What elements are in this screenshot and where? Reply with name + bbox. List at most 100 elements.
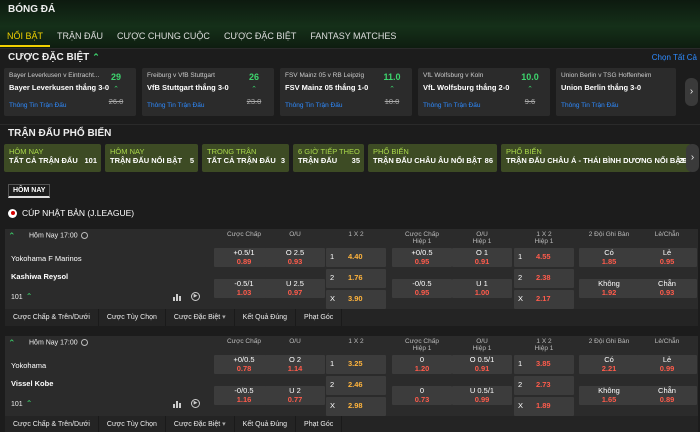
- odds-button[interactable]: Có 2.21: [579, 355, 639, 374]
- select-all-link[interactable]: Chọn Tất Cả: [652, 53, 697, 62]
- odds-button[interactable]: 1 3.85: [514, 355, 574, 374]
- odds-button[interactable]: 1 4.40: [326, 248, 386, 267]
- away-team[interactable]: Kashiwa Reysol: [11, 272, 68, 281]
- play-icon[interactable]: ▶: [191, 399, 200, 408]
- market-tab[interactable]: Cược Tùy Chọn: [99, 416, 166, 432]
- odds-button[interactable]: 2 2.73: [514, 376, 574, 395]
- odds-button[interactable]: O 2.5 0.93: [265, 248, 325, 267]
- market-tab[interactable]: Cược Tùy Chọn: [99, 309, 166, 326]
- market-tab[interactable]: Cược Chấp & Trên/Dưới: [5, 309, 99, 326]
- odds-button[interactable]: O 2 1.14: [265, 355, 325, 374]
- odds-button[interactable]: O 1 0.91: [452, 248, 512, 267]
- tab-today[interactable]: HÔM NAY: [8, 184, 51, 198]
- odds-line: Không: [598, 386, 620, 395]
- match-info-link[interactable]: Thông Tin Trận Đấu: [423, 102, 480, 109]
- play-icon[interactable]: ▶: [191, 292, 200, 301]
- special-bet-card[interactable]: Freiburg v VfB Stuttgart VfB Stuttgart th…: [142, 68, 274, 116]
- chevron-up-icon[interactable]: ⌃: [92, 52, 100, 63]
- collapse-icon[interactable]: ⌃: [8, 338, 16, 349]
- special-bet-desc: VfL Wolfsburg thắng 2-0: [423, 83, 510, 92]
- odds-button[interactable]: Có 1.85: [579, 248, 639, 267]
- app-root: BÓNG ĐÁ NỔI BẬT TRẬN ĐẤU CƯỢC CHUNG CUỘC CƯ…: [0, 0, 700, 432]
- popular-card[interactable]: PHỔ BIẾN TRẬN ĐẤU CHÂU ÂU NỔI BẬT 86: [368, 144, 497, 172]
- odds-button[interactable]: 2 2.38: [514, 269, 574, 288]
- popular-card[interactable]: PHỔ BIẾN TRẬN ĐẤU CHÂU Á - THÁI BÌNH DƯƠN…: [501, 144, 691, 172]
- collapse-icon[interactable]: ⌃: [8, 231, 16, 242]
- carousel-next-button[interactable]: ›: [686, 144, 699, 172]
- stats-icon[interactable]: [173, 292, 182, 301]
- home-team[interactable]: Yokohama F Marinos: [11, 254, 82, 263]
- odds-button[interactable]: Không 1.92: [579, 279, 639, 298]
- odds-button[interactable]: Lẻ 0.95: [637, 248, 697, 267]
- odds-line: Lẻ: [662, 355, 672, 364]
- nav-item-1[interactable]: TRẬN ĐẤU: [50, 27, 110, 47]
- market-tabs: Cược Chấp & Trên/Dưới Cược Tùy Chọn Cược Đ…: [5, 416, 698, 432]
- market-tab[interactable]: Kết Quả Đúng: [235, 416, 297, 432]
- nav-item-0[interactable]: NỔI BẬT: [0, 27, 51, 47]
- special-odd[interactable]: 11.0: [378, 72, 406, 82]
- column-header: O/U: [289, 338, 301, 345]
- match-info-link[interactable]: Thông Tin Trận Đấu: [561, 102, 618, 109]
- odds-button[interactable]: +0/0.5 0.95: [392, 248, 452, 267]
- odds-button[interactable]: 1 4.55: [514, 248, 574, 267]
- popular-card[interactable]: TRONG TRẬN TẤT CẢ TRẬN ĐẤU 3: [202, 144, 289, 172]
- stats-icon[interactable]: [173, 399, 182, 408]
- odds-button[interactable]: U 2 0.77: [265, 386, 325, 405]
- popular-card[interactable]: HÔM NAY TẤT CẢ TRẬN ĐẤU 101: [4, 144, 101, 172]
- odds-button[interactable]: Không 1.65: [579, 386, 639, 405]
- odds-button[interactable]: X 2.98: [326, 397, 386, 416]
- odds-button[interactable]: 2 1.76: [326, 269, 386, 288]
- match-info-link[interactable]: Thông Tin Trận Đấu: [147, 102, 204, 109]
- odds-button[interactable]: U 0.5/1 0.99: [452, 386, 512, 405]
- odds-button[interactable]: Chẵn 0.89: [637, 386, 697, 405]
- odds-button[interactable]: X 3.90: [326, 290, 386, 309]
- nav-item-2[interactable]: CƯỢC CHUNG CUỘC: [110, 27, 217, 47]
- odds-button[interactable]: Chẵn 0.93: [637, 279, 697, 298]
- market-tab[interactable]: Cược Chấp & Trên/Dưới: [5, 416, 99, 432]
- more-markets[interactable]: 101 ⌃: [11, 399, 32, 408]
- hero-banner: BÓNG ĐÁ NỔI BẬT TRẬN ĐẤU CƯỢC CHUNG CUỘC CƯ…: [0, 0, 700, 48]
- more-markets[interactable]: 101 ⌃: [11, 292, 32, 301]
- popular-card-sub: TRẬN ĐẤU CHÂU ÂU NỔI BẬT: [373, 156, 482, 165]
- market-tab[interactable]: Cược Đặc Biệt ▾: [166, 416, 235, 432]
- odds-button[interactable]: X 1.89: [514, 397, 574, 416]
- odds-line: U 0.5/1: [469, 386, 495, 395]
- special-odd[interactable]: 26: [240, 72, 268, 82]
- odds-button[interactable]: 1 3.25: [326, 355, 386, 374]
- special-odd[interactable]: 10.0: [516, 72, 544, 82]
- special-bet-card[interactable]: Bayer Leverkusen v Eintracht... Bayer Lev…: [4, 68, 136, 116]
- popular-card[interactable]: 6 GIỜ TIẾP THEO TRẬN ĐẤU 35: [293, 144, 364, 172]
- odds-line: 0: [419, 355, 425, 364]
- odds-value: 1.92: [601, 288, 617, 297]
- odds-button[interactable]: 0 0.73: [392, 386, 452, 405]
- special-bet-card[interactable]: Union Berlin v TSG Hoffenheim Union Berli…: [556, 68, 676, 116]
- odds-button[interactable]: U 2.5 0.97: [265, 279, 325, 298]
- odds-line: Lẻ: [662, 248, 672, 257]
- carousel-next-button[interactable]: ›: [685, 78, 698, 106]
- market-tab[interactable]: Kết Quả Đúng: [235, 309, 297, 326]
- odds-button[interactable]: X 2.17: [514, 290, 574, 309]
- chevron-down-icon: ▾: [222, 314, 226, 321]
- nav-item-4[interactable]: FANTASY MATCHES: [303, 27, 403, 47]
- league-header[interactable]: CÚP NHẬT BẢN (J.LEAGUE): [8, 208, 134, 218]
- odds-button[interactable]: -0/0.5 0.95: [392, 279, 452, 298]
- market-tab[interactable]: Phạt Góc: [296, 309, 343, 326]
- home-team[interactable]: Yokohama: [11, 361, 46, 370]
- special-odd[interactable]: 29: [102, 72, 130, 82]
- nav-item-3[interactable]: CƯỢC ĐẶC BIỆT: [217, 27, 303, 47]
- odds-button[interactable]: O 0.5/1 0.91: [452, 355, 512, 374]
- market-tab[interactable]: Cược Đặc Biệt ▾: [166, 309, 235, 326]
- odds-button[interactable]: 2 2.46: [326, 376, 386, 395]
- special-bet-card[interactable]: VfL Wolfsburg v Koln VfL Wolfsburg thắng …: [418, 68, 550, 116]
- odds-line: Có: [604, 355, 614, 364]
- odds-button[interactable]: Lẻ 0.99: [637, 355, 697, 374]
- special-bet-card[interactable]: FSV Mainz 05 v RB Leipzig FSV Mainz 05 th…: [280, 68, 412, 116]
- odds-button[interactable]: 0 1.20: [392, 355, 452, 374]
- match-info-link[interactable]: Thông Tin Trận Đấu: [9, 102, 66, 109]
- popular-card[interactable]: HÔM NAY TRẬN ĐẤU NỔI BẬT 5: [105, 144, 198, 172]
- market-tab[interactable]: Phạt Góc: [296, 416, 343, 432]
- odds-button[interactable]: U 1 1.00: [452, 279, 512, 298]
- match-info-link[interactable]: Thông Tin Trận Đấu: [285, 102, 342, 109]
- away-team[interactable]: Vissel Kobe: [11, 379, 53, 388]
- odds-up-icon: ⌃: [113, 86, 119, 93]
